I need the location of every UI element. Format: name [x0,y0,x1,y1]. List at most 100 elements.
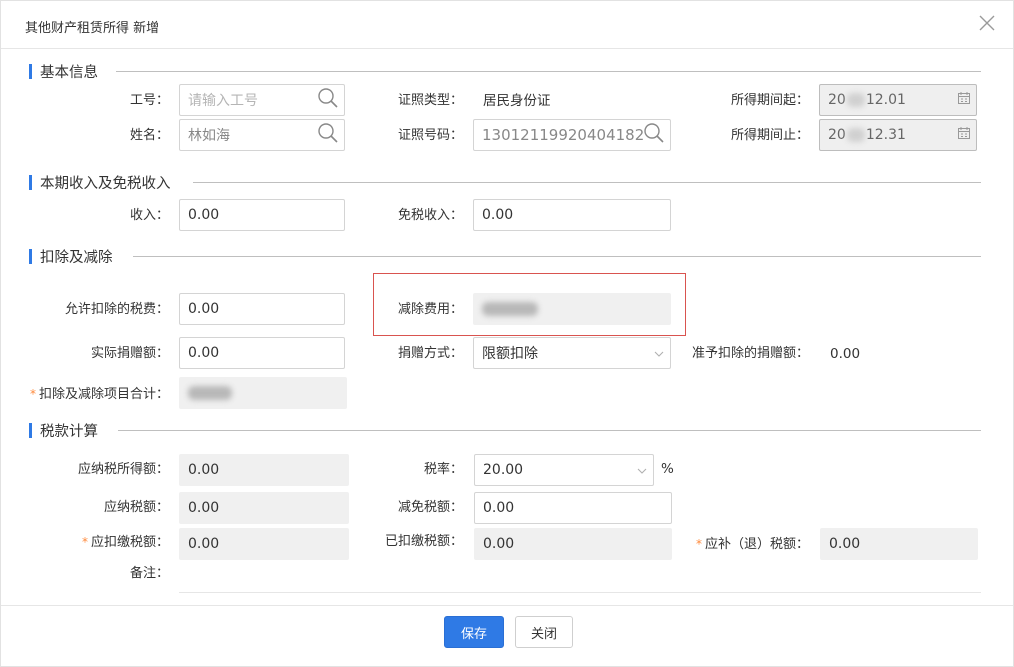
required-mark: * [29,387,36,401]
redacted-text [846,128,865,142]
tax-free-income-value: 0.00 [482,207,514,223]
tax-relief-label: 减免税额： [397,500,463,515]
name-label: 姓名： [129,128,169,143]
section-marker [29,248,32,264]
reduction-fee-field [473,293,671,325]
id-type-label: 证照类型： [397,93,463,108]
save-button[interactable]: 保存 [444,616,504,648]
dialog-header: 其他财产租赁所得 新增 [1,1,1013,49]
calendar-icon[interactable] [957,91,971,109]
id-no-label: 证照号码： [397,128,463,143]
allowed-tax-input[interactable]: 0.00 [179,293,345,325]
id-type-value: 居民身份证 [483,93,551,109]
id-no-input[interactable]: 130121199204041822 [473,119,671,151]
section-deduction: 扣除及减除 [29,246,113,266]
redacted-text [846,93,865,107]
tax-rate-unit: % [661,461,674,477]
remarks-label: 备注： [129,566,169,581]
redacted-text [482,302,538,316]
period-end-label: 所得期间止： [730,128,809,143]
section-title: 基本信息 [40,64,98,81]
tax-free-income-label: 免税收入： [397,208,463,223]
section-divider [193,182,981,183]
id-no-value: 130121199204041822 [482,126,654,144]
section-income: 本期收入及免税收入 [29,172,171,192]
period-end-date[interactable]: 20 12.31 [819,119,977,151]
tax-relief-value: 0.00 [483,500,515,516]
actual-donation-value: 0.00 [188,345,220,361]
allowed-donation-label: 准予扣除的捐赠额： [691,346,809,361]
deduction-total-field [179,377,347,409]
tax-rate-label: 税率： [423,462,463,477]
required-mark: * [695,537,702,551]
search-icon[interactable] [317,122,339,148]
name-input[interactable]: 林如海 [179,119,345,151]
allowed-tax-label: 允许扣除的税费： [64,302,169,317]
chevron-down-icon[interactable] [637,462,647,478]
withheld-tax-value: 0.00 [483,536,515,552]
section-tax-calc: 税款计算 [29,420,98,440]
period-start-date[interactable]: 20 12.01 [819,84,977,116]
tax-payable-label: 应纳税额： [103,500,169,515]
dialog-title: 其他财产租赁所得 新增 [25,21,160,36]
income-input[interactable]: 0.00 [179,199,345,231]
tax-rate-value: 20.00 [483,462,524,478]
period-end-suffix: 12.31 [865,127,906,143]
actual-donation-label: 实际捐赠额： [90,346,169,361]
refund-tax-value: 0.00 [829,536,861,552]
reduction-fee-label: 减除费用： [397,302,463,317]
period-start-label: 所得期间起： [730,93,809,108]
withholding-tax-value: 0.00 [188,536,220,552]
income-label: 收入： [129,208,169,223]
refund-tax-field: 0.00 [820,528,978,560]
period-start-prefix: 20 [828,92,846,108]
donation-method-label: 捐赠方式： [397,346,463,361]
redacted-text [188,386,232,400]
section-marker [29,422,32,438]
tax-payable-value: 0.00 [188,500,220,516]
deduction-total-label-text: 扣除及减除项目合计： [38,387,169,402]
chevron-down-icon[interactable] [654,345,664,361]
name-value: 林如海 [188,128,230,144]
section-title: 税款计算 [40,423,98,440]
withheld-tax-field: 0.00 [474,528,672,560]
employee-no-placeholder: 请输入工号 [188,93,258,109]
tax-free-income-input[interactable]: 0.00 [473,199,671,231]
section-divider [118,430,981,431]
donation-method-select[interactable]: 限额扣除 [473,337,671,369]
withholding-tax-label-text: 应扣缴税额： [90,535,169,550]
calendar-icon[interactable] [957,126,971,144]
dialog: 其他财产租赁所得 新增 基本信息 工号： 请输入工号 姓名： 林如海 证照类型：… [0,0,1014,667]
footer-divider [1,605,1013,606]
employee-no-label: 工号： [129,93,169,108]
tax-rate-select[interactable]: 20.00 [474,454,654,486]
employee-no-input[interactable]: 请输入工号 [179,84,345,116]
tax-payable-field: 0.00 [179,492,349,524]
withheld-tax-label: 已扣缴税额： [384,534,463,549]
remarks-input[interactable] [179,592,981,593]
allowed-donation-value: 0.00 [830,346,861,362]
refund-tax-label: * 应补（退）税额： [681,534,809,554]
section-marker [29,174,32,190]
section-title: 本期收入及免税收入 [40,175,171,192]
allowed-tax-value: 0.00 [188,301,220,317]
withholding-tax-label: * 应扣缴税额： [41,532,169,552]
period-end-prefix: 20 [828,127,846,143]
income-value: 0.00 [188,207,220,223]
required-mark: * [81,535,88,549]
withholding-tax-field: 0.00 [179,528,349,560]
taxable-income-field: 0.00 [179,454,349,486]
close-icon[interactable] [977,13,997,33]
deduction-total-label: * 扣除及减除项目合计： [15,384,169,404]
refund-tax-label-text: 应补（退）税额： [704,537,809,552]
actual-donation-input[interactable]: 0.00 [179,337,345,369]
search-icon[interactable] [317,87,339,113]
close-button[interactable]: 关闭 [515,616,573,648]
tax-relief-input[interactable]: 0.00 [474,492,672,524]
section-basic-info: 基本信息 [29,61,98,81]
section-divider [133,256,981,257]
taxable-income-value: 0.00 [188,462,220,478]
section-marker [29,63,32,79]
search-icon[interactable] [643,122,665,148]
donation-method-value: 限额扣除 [482,346,538,362]
